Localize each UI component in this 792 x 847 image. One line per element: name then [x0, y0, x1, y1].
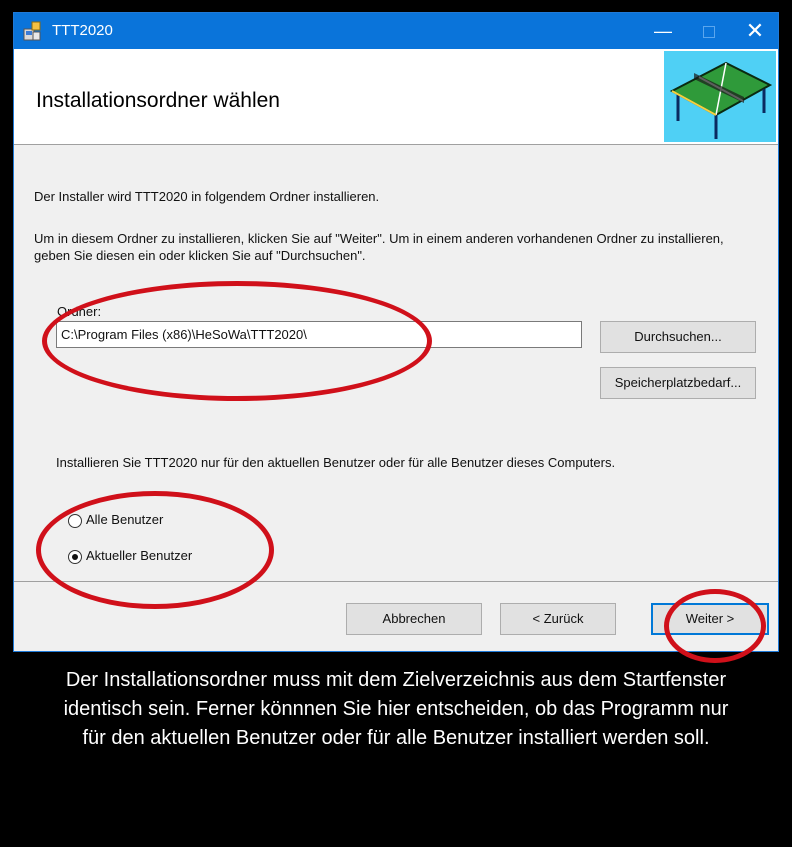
back-button[interactable]: < Zurück — [500, 603, 616, 635]
radio-all-users[interactable]: Alle Benutzer — [68, 512, 163, 528]
install-scope-question: Installieren Sie TTT2020 nur für den akt… — [56, 455, 616, 470]
header-banner: Installationsordner wählen — [14, 49, 778, 145]
radio-unchecked-icon[interactable] — [68, 513, 82, 528]
table-tennis-logo — [664, 51, 776, 142]
window-title: TTT2020 — [52, 22, 113, 39]
cancel-button[interactable]: Abbrechen — [346, 603, 482, 635]
radio-current-user-label[interactable]: Aktueller Benutzer — [86, 548, 192, 563]
installer-window: TTT2020 — ✕ Installationsordner wählen D… — [13, 12, 779, 663]
title-bar[interactable]: TTT2020 — ✕ — [14, 13, 778, 49]
maximize-button[interactable] — [686, 13, 732, 49]
maximize-icon — [703, 26, 715, 38]
radio-current-user[interactable]: Aktueller Benutzer — [68, 548, 192, 564]
radio-checked-icon[interactable] — [68, 549, 82, 564]
disk-space-button[interactable]: Speicherplatzbedarf... — [600, 367, 756, 399]
next-button[interactable]: Weiter > — [651, 603, 769, 635]
minimize-button[interactable]: — — [640, 13, 686, 49]
page-title: Installationsordner wählen — [36, 89, 280, 112]
radio-all-users-label[interactable]: Alle Benutzer — [86, 512, 163, 527]
divider — [14, 581, 778, 582]
installer-icon — [23, 21, 41, 41]
browse-button[interactable]: Durchsuchen... — [600, 321, 756, 353]
close-button[interactable]: ✕ — [732, 13, 778, 49]
folder-label: Ordner: — [57, 304, 102, 319]
folder-path-input[interactable] — [56, 321, 582, 348]
tutorial-caption: Der Installationsordner muss mit dem Zie… — [63, 669, 729, 749]
table-tennis-table-icon — [669, 61, 773, 139]
instructions-text: Um in diesem Ordner zu installieren, kli… — [34, 231, 724, 263]
intro-text: Der Installer wird TTT2020 in folgendem … — [34, 189, 380, 204]
